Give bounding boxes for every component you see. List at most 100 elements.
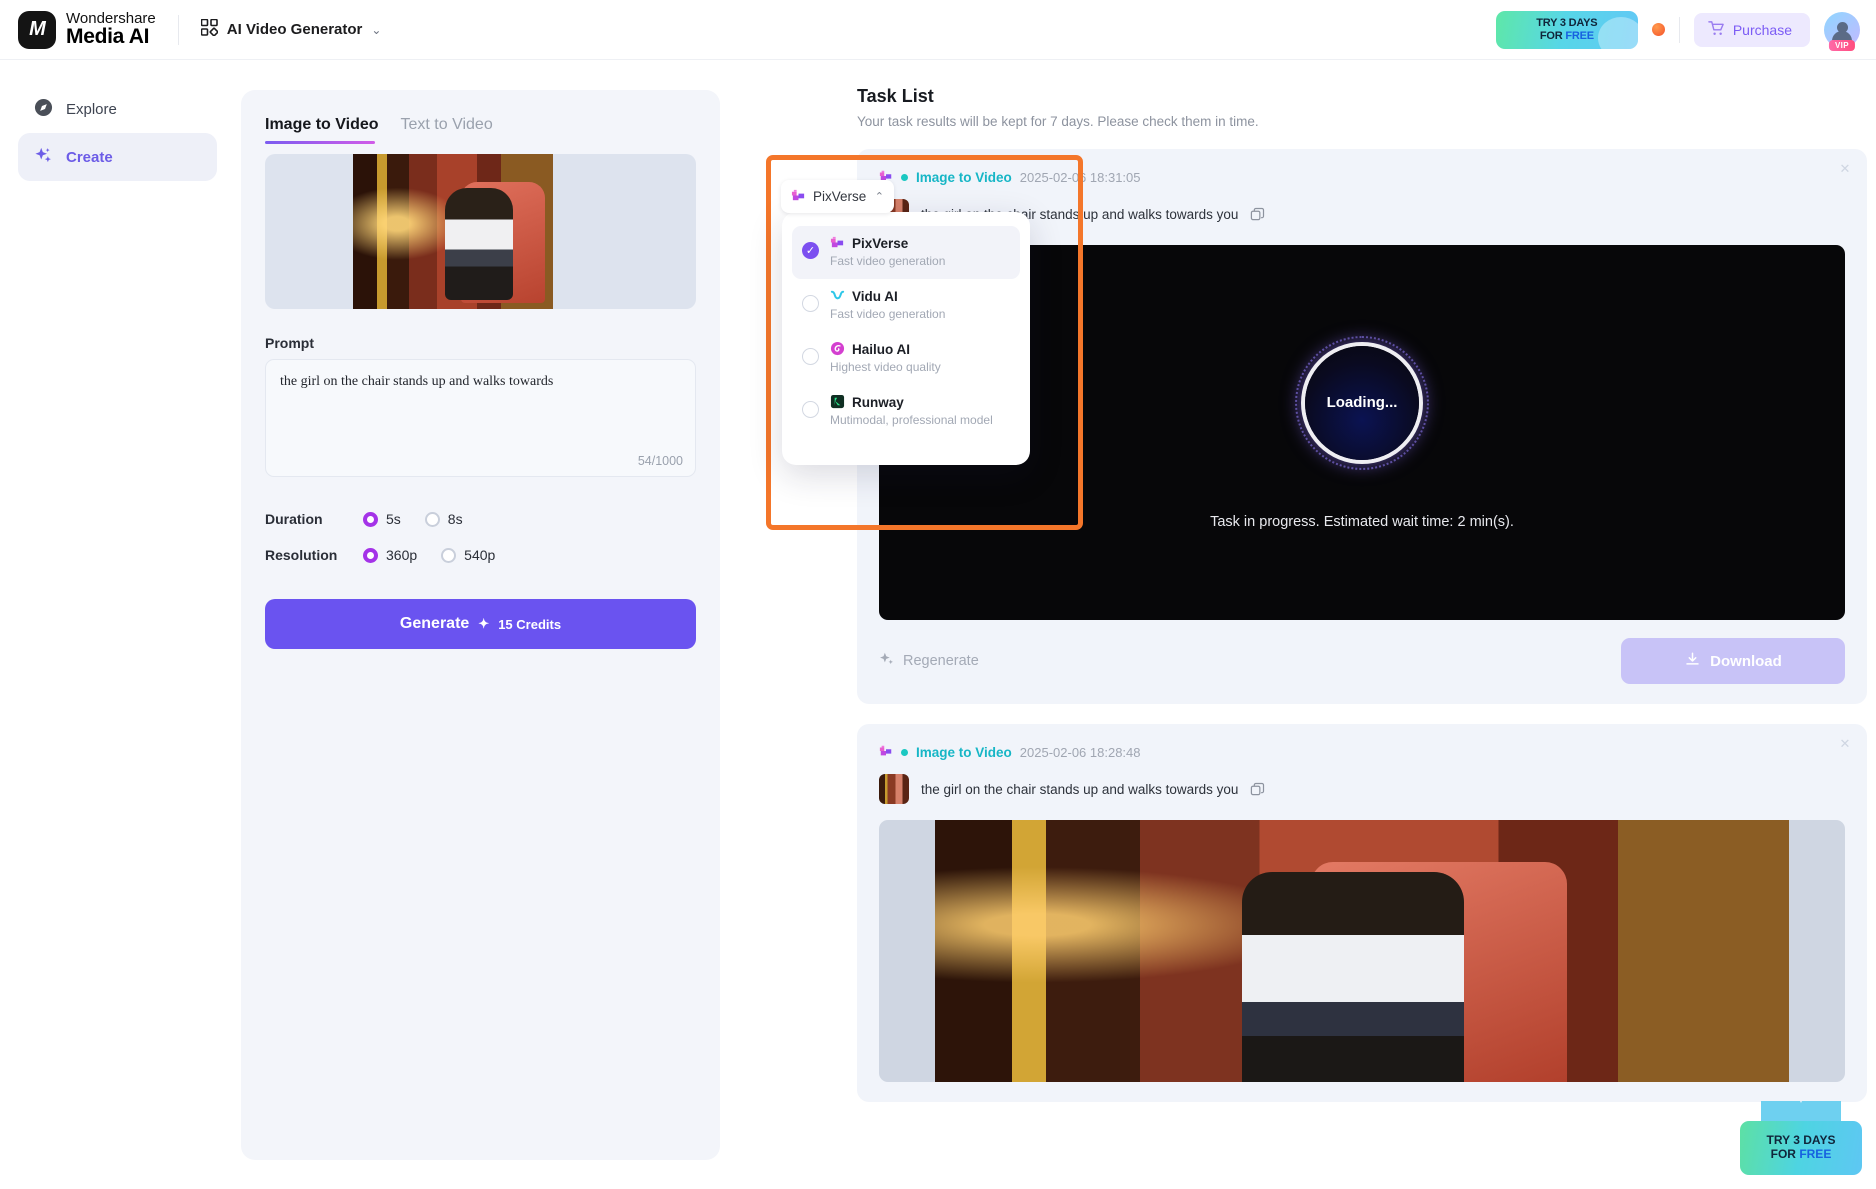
model-option-pixverse[interactable]: ✓ PixVerse Fast video generation [792,226,1020,279]
generate-label: Generate [399,615,470,632]
resolution-row: Resolution 360p 540p [265,537,696,573]
copy-icon[interactable] [1250,207,1265,222]
task-type-label: Image to Video [916,170,1012,185]
pixverse-icon [879,744,893,761]
download-button[interactable]: Download [1621,638,1845,684]
pixverse-icon [830,235,845,252]
model-option-description: Fast video generation [830,254,946,268]
vip-badge: VIP [1828,39,1856,51]
source-image-preview[interactable] [265,154,696,309]
sidebar-item-explore[interactable]: Explore [18,85,217,133]
model-option-runway[interactable]: Runway Mutimodal, professional model [792,385,1020,438]
duration-option-label: 8s [447,511,463,527]
notification-dot-icon[interactable] [1651,23,1665,36]
sidebar: Explore Create [0,60,235,1189]
task-actions: Regenerate Download [879,638,1845,684]
purchase-button[interactable]: Purchase [1693,12,1810,47]
regenerate-button[interactable]: Regenerate [879,651,979,671]
task-timestamp: 2025-02-06 18:28:48 [1019,745,1141,760]
resolution-option-label: 360p [386,547,418,563]
tab-text-to-video[interactable]: Text to Video [401,116,493,144]
copy-icon[interactable] [1250,782,1265,797]
wondershare-logo-icon: M [18,10,56,49]
pixverse-icon [791,188,806,205]
try-free-promo-button[interactable]: TRY 3 DAYS FOR FREE [1495,10,1638,49]
header-right-group: TRY 3 DAYS FOR FREE Purchase VIP [1495,10,1876,51]
vidu-icon [830,288,845,305]
floating-promo-text: TRY 3 DAYS FOR FREE [1766,1133,1836,1162]
prompt-character-count: 54/1000 [637,454,683,468]
generator-panel: Image to Video Text to Video Prompt the … [241,90,720,1160]
header-divider-2 [1678,16,1680,43]
loading-spinner-icon: Loading... [1295,335,1429,470]
prompt-input[interactable]: the girl on the chair stands up and walk… [265,359,696,477]
resolution-option-540p[interactable]: 540p [441,547,495,563]
brand-text: Wondershare Media AI [66,10,156,49]
close-icon[interactable]: ✕ [1837,161,1853,177]
promo-text: TRY 3 DAYS FOR FREE [1536,17,1597,42]
task-meta: Image to Video 2025-02-06 18:28:48 [879,744,1845,761]
tab-label: Text to Video [400,116,493,133]
close-icon[interactable]: ✕ [1837,736,1853,752]
download-label: Download [1710,652,1782,670]
model-option-description: Mutimodal, professional model [830,413,993,427]
brand-name-bottom: Media AI [66,25,150,49]
task-timestamp: 2025-02-06 18:31:05 [1019,170,1141,185]
radio-checked-icon: ✓ [802,242,819,259]
radio-icon [424,511,440,527]
header-divider [177,14,179,45]
promo-line-2-free: FREE [1565,29,1594,42]
task-prompt-row: the girl on the chair stands up and walk… [879,774,1845,804]
prompt-value: the girl on the chair stands up and walk… [280,374,554,389]
regenerate-label: Regenerate [903,653,979,669]
download-icon [1684,651,1701,672]
prompt-label: Prompt [265,335,314,351]
sidebar-item-label: Create [66,148,113,166]
task-type-label: Image to Video [916,745,1012,760]
radio-icon [441,547,457,563]
purchase-label: Purchase [1732,21,1792,38]
duration-option-5s[interactable]: 5s [363,511,401,527]
task-meta: Image to Video 2025-02-06 18:31:05 [879,169,1845,186]
tab-image-to-video[interactable]: Image to Video [265,116,379,144]
gift-box: TRY 3 DAYS FOR FREE [1740,1121,1862,1175]
resolution-option-label: 540p [464,547,496,563]
model-option-vidu-ai[interactable]: Vidu AI Fast video generation [792,279,1020,332]
runway-icon [830,394,845,411]
resolution-option-360p[interactable]: 360p [363,547,417,563]
floating-promo-banner[interactable]: TRY 3 DAYS FOR FREE [1740,1101,1862,1175]
generate-button[interactable]: Generate ✦ 15 Credits [265,599,696,649]
cart-icon [1708,20,1725,40]
sidebar-item-label: Explore [66,100,117,118]
app-switcher[interactable]: AI Video Generator ⌄ [200,18,381,41]
hailuo-icon [830,341,845,358]
model-option-name: Runway [852,395,904,410]
duration-option-8s[interactable]: 8s [424,511,463,527]
chevron-up-icon: ⌃ [874,191,884,203]
model-option-name: PixVerse [852,236,909,251]
model-option-hailuo-ai[interactable]: Hailuo AI Highest video quality [792,332,1020,385]
model-selector-button[interactable]: PixVerse ⌃ [781,180,894,213]
sidebar-item-create[interactable]: Create [18,133,217,181]
promo-line-2-prefix: FOR [1539,29,1566,42]
brand-logo-group[interactable]: M Wondershare Media AI [0,10,156,49]
task-thumbnail[interactable] [879,774,909,804]
floating-promo-line-2-free: FREE [1799,1147,1832,1161]
radio-icon [802,348,819,365]
status-dot-icon [901,749,908,756]
sparkle-icon: ✦ [478,616,490,631]
task-card: ✕ Image to Video 2025-02-06 18:28:48 the… [857,724,1867,1102]
loading-label: Loading... [1326,394,1398,411]
compass-icon [34,98,53,121]
source-image [353,154,553,309]
promo-line-1: TRY 3 DAYS [1536,17,1598,30]
radio-icon [802,401,819,418]
floating-promo-line-1: TRY 3 DAYS [1766,1133,1836,1148]
task-result-video[interactable] [879,820,1845,1082]
generate-credits-label: 15 Credits [498,616,562,632]
model-option-name: Vidu AI [852,289,898,304]
resolution-label: Resolution [265,547,338,563]
model-option-description: Fast video generation [830,307,946,321]
avatar[interactable]: VIP [1824,11,1860,51]
main-content: Image to Video Text to Video Prompt the … [235,60,1876,1189]
